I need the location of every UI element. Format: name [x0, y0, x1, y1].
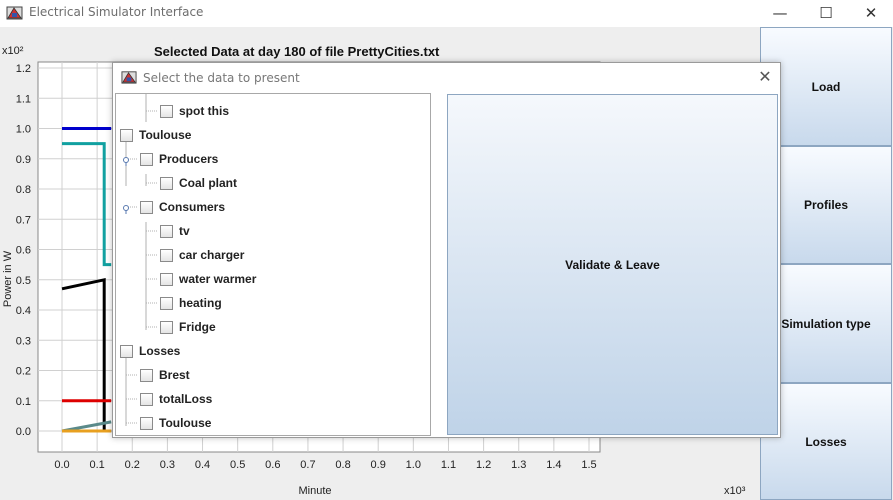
x-tick-label: 0.7 [300, 459, 315, 471]
data-tree: spot this Toulouse Producers Coal plant Cons… [115, 93, 431, 436]
y-tick-label: 0.6 [16, 245, 31, 257]
tree-node-label: spot this [179, 104, 229, 118]
x-tick-label: 0.9 [371, 459, 386, 471]
tree-node-label: heating [179, 296, 222, 310]
x-tick-label: 0.8 [335, 459, 350, 471]
tree-node-label: Losses [139, 344, 181, 358]
tree-node[interactable]: Fridge [160, 317, 216, 337]
x-tick-label: 0.2 [125, 459, 140, 471]
y-tick-label: 0.4 [16, 305, 31, 317]
tree-node[interactable]: car charger [160, 245, 244, 265]
y-tick-label: 0.0 [16, 426, 31, 438]
dialog-titlebar: Select the data to present ✕ [113, 63, 780, 92]
y-tick-label: 0.7 [16, 214, 31, 226]
y-tick-label: 0.2 [16, 366, 31, 378]
y-axis-label: Power in W [2, 250, 14, 307]
app-icon [6, 6, 23, 20]
y-tick-label: 1.1 [16, 93, 31, 105]
tree-node-label: Producers [159, 152, 219, 166]
validate-leave-button[interactable]: Validate & Leave [447, 94, 778, 435]
tree-checkbox[interactable] [160, 176, 173, 190]
tree-node[interactable]: Toulouse [120, 125, 191, 145]
tree-node-label: Toulouse [159, 416, 212, 430]
tree-node-label: Coal plant [179, 176, 238, 190]
x-tick-label: 1.1 [441, 459, 456, 471]
select-data-dialog: Select the data to present ✕ spot this To… [112, 62, 781, 438]
tree-checkbox[interactable] [160, 296, 173, 310]
y-tick-label: 1.2 [16, 63, 31, 75]
dialog-app-icon [121, 71, 137, 84]
expand-handle-icon[interactable] [123, 157, 129, 163]
tree-node[interactable]: totalLoss [140, 389, 212, 409]
x-tick-label: 1.0 [406, 459, 421, 471]
minimize-button[interactable]: — [757, 0, 803, 27]
tree-checkbox[interactable] [160, 272, 173, 286]
x-tick-label: 0.5 [230, 459, 245, 471]
tree-checkbox[interactable] [160, 104, 173, 118]
tree-checkbox[interactable] [160, 320, 173, 334]
tree-node-label: Brest [159, 368, 190, 382]
x-axis-exponent: x10³ [724, 485, 746, 497]
tree-checkbox[interactable] [140, 200, 153, 214]
tree-checkbox[interactable] [140, 152, 153, 166]
window-title: Electrical Simulator Interface [29, 5, 204, 19]
y-tick-label: 0.9 [16, 154, 31, 166]
tree-checkbox[interactable] [120, 128, 133, 142]
tree-checkbox[interactable] [120, 344, 133, 358]
tree-node-label: car charger [179, 248, 245, 262]
x-tick-label: 1.4 [546, 459, 561, 471]
y-axis-exponent: x10² [2, 45, 24, 57]
window-titlebar: Electrical Simulator Interface — ☐ ✕ [0, 0, 893, 27]
tree-node[interactable]: Brest [140, 365, 190, 385]
tree-node-label: tv [179, 224, 190, 238]
tree-checkbox[interactable] [140, 392, 153, 406]
tree-node-label: water warmer [179, 272, 257, 286]
x-axis-label: Minute [298, 485, 331, 497]
expand-handle-icon[interactable] [123, 205, 129, 211]
x-tick-label: 1.5 [581, 459, 596, 471]
x-tick-label: 0.1 [89, 459, 104, 471]
x-tick-label: 0.4 [195, 459, 210, 471]
dialog-title: Select the data to present [143, 71, 300, 85]
tree-node[interactable]: Toulouse [140, 413, 211, 433]
y-tick-label: 0.8 [16, 184, 31, 196]
y-tick-label: 0.1 [16, 396, 31, 408]
y-tick-label: 1.0 [16, 124, 31, 136]
tree-node[interactable]: tv [160, 221, 190, 241]
tree-node-label: Toulouse [139, 128, 192, 142]
close-window-button[interactable]: ✕ [848, 0, 893, 27]
tree-checkbox[interactable] [160, 248, 173, 262]
x-tick-label: 1.2 [476, 459, 491, 471]
tree-node[interactable]: Coal plant [160, 173, 237, 193]
x-tick-label: 0.0 [54, 459, 69, 471]
maximize-button[interactable]: ☐ [803, 0, 849, 27]
tree-node-label: Fridge [179, 320, 216, 334]
tree-node[interactable]: Losses [120, 341, 180, 361]
tree-node[interactable]: water warmer [160, 269, 256, 289]
y-tick-label: 0.5 [16, 275, 31, 287]
x-tick-label: 0.3 [160, 459, 175, 471]
tree-node[interactable]: spot this [160, 101, 229, 121]
tree-checkbox[interactable] [140, 416, 153, 430]
tree-node[interactable]: Consumers [140, 197, 225, 217]
x-tick-label: 1.3 [511, 459, 526, 471]
tree-node[interactable]: heating [160, 293, 222, 313]
x-tick-label: 0.6 [265, 459, 280, 471]
tree-node-label: Consumers [159, 200, 226, 214]
tree-checkbox[interactable] [140, 368, 153, 382]
tree-node[interactable]: Producers [140, 149, 218, 169]
dialog-close-button[interactable]: ✕ [753, 67, 777, 87]
tree-checkbox[interactable] [160, 224, 173, 238]
tree-node-label: totalLoss [159, 392, 213, 406]
y-tick-label: 0.3 [16, 335, 31, 347]
